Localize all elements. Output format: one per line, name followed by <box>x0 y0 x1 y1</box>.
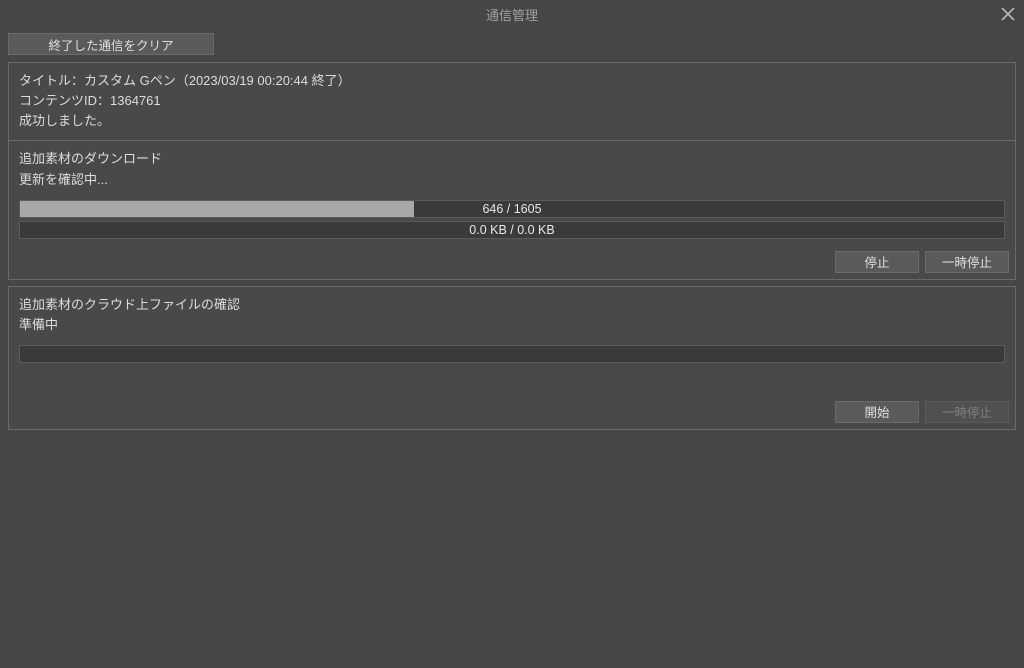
task2-speed-bar: 0.0 KB / 0.0 KB <box>19 221 1005 239</box>
task-panel-cloud: 追加素材のクラウド上ファイルの確認 準備中 開始 一時停止 <box>8 286 1016 430</box>
task2-title: 追加素材のダウンロード <box>19 149 1005 169</box>
task2-progress-text: 646 / 1605 <box>20 201 1004 217</box>
task2-status: 更新を確認中... <box>19 170 1005 190</box>
pause-button[interactable]: 一時停止 <box>925 251 1009 273</box>
pause-button-disabled: 一時停止 <box>925 401 1009 423</box>
clear-finished-button[interactable]: 終了した通信をクリア <box>8 33 214 55</box>
task-panel-finished: タイトル：カスタム Gペン（2023/03/19 00:20:44 終了） コン… <box>8 62 1016 280</box>
task1-status: 成功しました。 <box>19 111 1005 131</box>
task1-content-id: コンテンツID：1364761 <box>19 91 1005 111</box>
start-button[interactable]: 開始 <box>835 401 919 423</box>
close-icon[interactable] <box>1000 6 1016 22</box>
task2-progress-bar: 646 / 1605 <box>19 200 1005 218</box>
task3-title: 追加素材のクラウド上ファイルの確認 <box>19 295 1005 315</box>
stop-button[interactable]: 停止 <box>835 251 919 273</box>
task3-status: 準備中 <box>19 315 1005 335</box>
task1-title: タイトル：カスタム Gペン（2023/03/19 00:20:44 終了） <box>19 71 1005 91</box>
window-title: 通信管理 <box>486 5 538 24</box>
task3-progress-bar <box>19 345 1005 363</box>
